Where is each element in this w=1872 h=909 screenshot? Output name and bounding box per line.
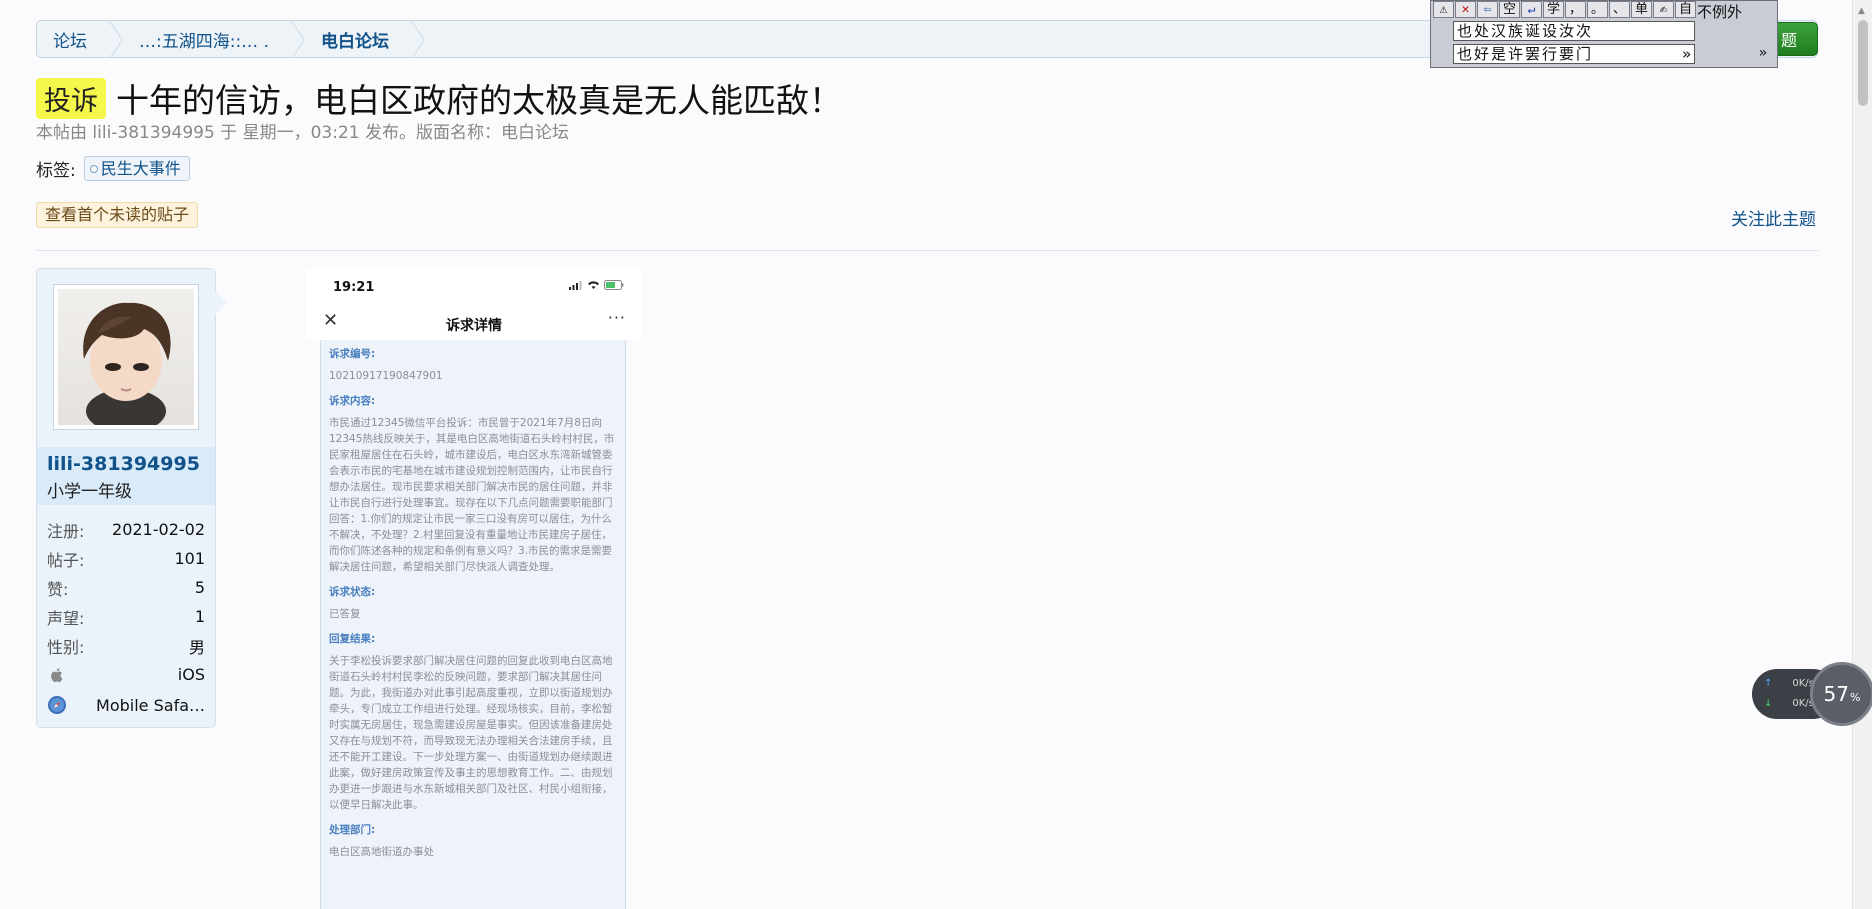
ime-tool-button[interactable]: ⚠ [1433,1,1454,18]
phone-status-icons [569,280,624,290]
browser-name: Mobile Safa… [96,695,205,715]
section-heading: 诉求编号: [329,348,376,360]
stat-row-gender: 性别: 男 [37,631,215,660]
ime-single-button[interactable]: 单 [1631,1,1652,18]
page: 论坛 …:五湖四海::… . 电白论坛 题 投诉 十年的信访，电白区政府的太极真… [0,0,1852,909]
section-heading: 处理部门: [329,824,376,836]
section-heading: 诉求状态: [329,586,376,598]
ime-candidate-row-1[interactable]: 也处汉族诞设汝次 [1453,21,1695,41]
tags-label: 标签: [36,161,76,181]
memory-percent: 57 [1823,682,1849,706]
ime-comma-button[interactable]: ， [1565,1,1586,18]
post-attached-image[interactable]: 19:21 ✕ 诉求详情 ··· 诉求编号: 10210917190847901… [306,268,642,909]
author-name-block: lili-381394995 小学一年级 [37,447,215,505]
avatar[interactable] [53,284,199,430]
os-name: iOS [177,665,205,684]
ime-space-button[interactable]: 空 [1499,1,1520,18]
ime-auto-button[interactable]: 自 [1675,1,1696,18]
author-profile: lili-381394995 小学一年级 注册: 2021-02-02 帖子: … [36,268,227,728]
tag-list: 标签: 民生大事件 [36,156,190,181]
breadcrumb-forum-home[interactable]: 论坛 [37,21,123,57]
section-text: 电白区高地街道办事处 [329,846,434,858]
phone-content: 诉求编号: 10210917190847901 诉求内容: 市民通过12345微… [320,340,626,909]
more-icon: ··· [607,308,626,327]
phone-time: 19:21 [333,280,375,295]
avatar-image [58,289,194,425]
view-first-unread-button[interactable]: 查看首个未读的贴子 [36,202,199,228]
ime-pause-button[interactable]: 、 [1609,1,1630,18]
ime-close-button[interactable]: ✕ [1455,1,1476,18]
ime-phrase: 不例外 [1697,3,1743,21]
ime-toolbar: ⚠ ✕ ⇦ 空 ↵ 学 ， 。 、 单 ✍ 自 [1433,1,1696,18]
topic-title: 十年的信访，电白区政府的太极真是无人能匹敌！ [116,81,842,120]
ime-period-button[interactable]: 。 [1587,1,1608,18]
scrollbar-thumb[interactable] [1858,20,1868,106]
stat-value: 男 [188,637,205,657]
section-text: 关于李松投诉要求部门解决居住问题的回复此收到电白区高地街道石头岭村村民李松的反映… [329,655,613,811]
upload-speed: ↑ 0K/s [1764,678,1814,689]
follow-topic-link[interactable]: 关注此主题 [1731,205,1816,230]
stat-label: 性别: [47,637,85,657]
scroll-up-icon[interactable]: ▲ [1858,6,1865,16]
section-text: 市民通过12345微信平台投诉：市民曾于2021年7月8日向12345热线反映关… [329,417,615,573]
ime-candidate-window: ⚠ ✕ ⇦ 空 ↵ 学 ， 。 、 单 ✍ 自 不例外 也处汉族诞设汝次 也好是… [1430,0,1778,68]
stat-value: 2021-02-02 [112,520,205,539]
download-speed: ↓ 0K/s [1764,698,1814,709]
stat-row-posts: 帖子: 101 [37,544,215,573]
section-text: 10210917190847901 [329,370,443,382]
apple-icon [47,665,67,685]
stat-row-os: iOS [37,660,215,689]
signal-icon [569,280,582,290]
section-text: 已答复 [329,608,361,620]
stat-row-registered: 注册: 2021-02-02 [37,515,215,544]
stat-value: 1 [194,607,205,626]
ime-learn-button[interactable]: 学 [1543,1,1564,18]
ime-back-button[interactable]: ⇦ [1477,1,1498,18]
safari-icon [47,695,67,715]
stat-value: 5 [194,578,205,597]
ime-candidates: 也好是许罢行要门 [1457,45,1594,63]
prefix-badge: 投诉 [36,77,106,119]
tag-item[interactable]: 民生大事件 [83,156,190,181]
ime-enter-button[interactable]: ↵ [1521,1,1542,18]
stat-label: 赞: [47,579,69,599]
section-heading: 诉求内容: [329,395,376,407]
ime-candidates: 也处汉族诞设汝次 [1457,22,1594,40]
battery-icon [604,280,624,290]
author-username[interactable]: lili-381394995 [47,453,200,475]
topic-meta: 本帖由 lili-381394995 于 星期一，03:21 发布。版面名称：电… [36,123,569,143]
page-scrollbar[interactable]: ▲ [1852,0,1872,909]
stat-row-browser: Mobile Safa… [37,689,215,721]
phone-status-bar: 19:21 ✕ 诉求详情 ··· [306,268,642,340]
stat-label: 帖子: [47,550,85,570]
divider [36,250,1818,251]
stat-value[interactable]: 101 [174,549,205,568]
stat-label: 声望: [47,608,85,628]
ime-scroll-icon[interactable]: » [1759,45,1767,61]
ime-more-icon[interactable]: » [1682,45,1691,63]
topic-title-row: 投诉 十年的信访，电白区政府的太极真是无人能匹敌！ [36,74,842,122]
breadcrumb-category[interactable]: …:五湖四海::… . [123,21,305,57]
stat-row-reputation: 声望: 1 [37,602,215,631]
section-heading: 回复结果: [329,633,376,645]
author-stats: 注册: 2021-02-02 帖子: 101 赞: 5 声望: 1 性别: 男 [37,515,215,721]
percent-unit: % [1850,690,1861,704]
phone-nav-title: 诉求详情 [446,318,502,334]
memory-usage-ring[interactable]: 57% [1810,662,1872,726]
breadcrumb-current-forum[interactable]: 电白论坛 [305,21,425,57]
stat-label: 注册: [47,521,85,541]
upload-arrow-icon: ↑ [1764,678,1773,689]
stat-row-likes: 赞: 5 [37,573,215,602]
author-rank: 小学一年级 [47,482,132,502]
ime-candidate-row-2[interactable]: 也好是许罢行要门 » [1453,44,1695,64]
download-arrow-icon: ↓ [1764,698,1773,709]
ime-handwrite-button[interactable]: ✍ [1653,1,1674,18]
wifi-icon [588,281,599,289]
